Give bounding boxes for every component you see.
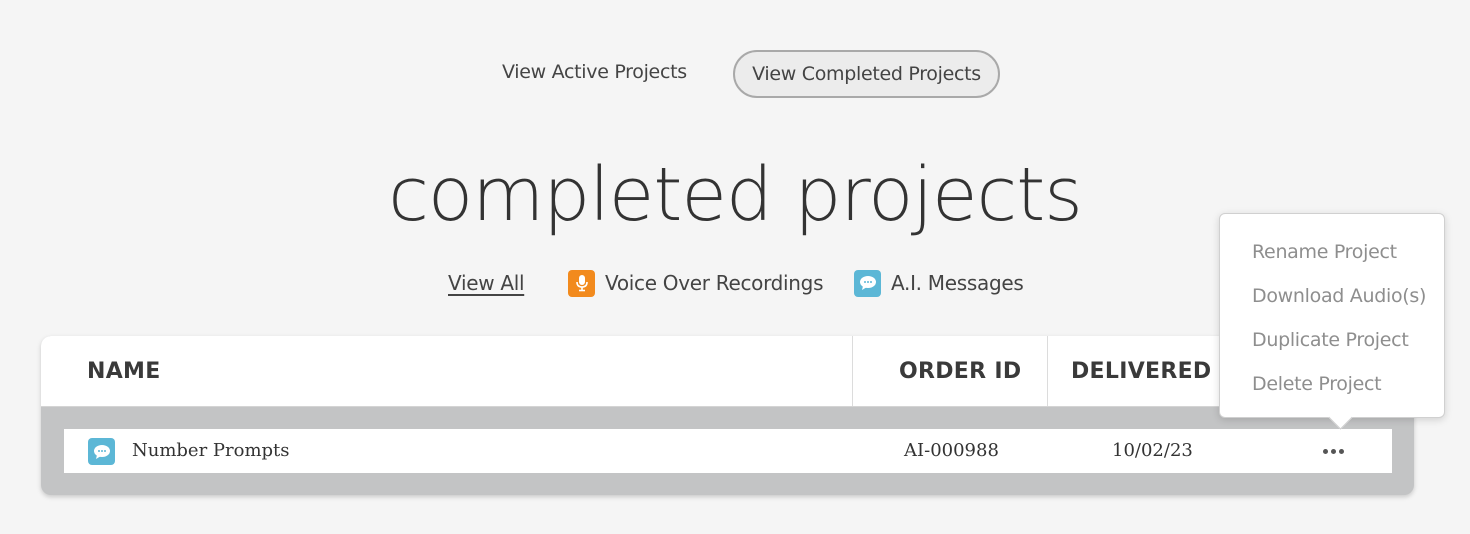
more-dots-icon[interactable] (1319, 437, 1347, 465)
view-active-projects-tab[interactable]: View Active Projects (502, 50, 687, 94)
project-name[interactable]: Number Prompts (132, 429, 290, 473)
view-all-filter[interactable]: View All (448, 264, 525, 302)
microphone-icon (568, 269, 595, 297)
download-audio-menu-item[interactable]: Download Audio(s) (1252, 278, 1426, 314)
project-actions-menu: Rename Project Download Audio(s) Duplica… (1219, 213, 1445, 418)
delete-project-menu-item[interactable]: Delete Project (1252, 366, 1382, 402)
table-row[interactable]: Number Prompts AI-000988 10/02/23 (64, 429, 1392, 473)
chat-bubble-icon (854, 269, 881, 297)
voice-over-label: Voice Over Recordings (605, 271, 824, 295)
ai-messages-label: A.I. Messages (891, 271, 1024, 295)
voice-over-filter[interactable]: Voice Over Recordings (568, 264, 824, 302)
duplicate-project-menu-item[interactable]: Duplicate Project (1252, 322, 1409, 358)
order-id: AI-000988 (904, 440, 999, 461)
project-view-tabs: View Active Projects View Completed Proj… (0, 50, 1470, 98)
rename-project-menu-item[interactable]: Rename Project (1252, 234, 1397, 270)
table-header: NAME ORDER ID DELIVERED ON (41, 336, 1414, 407)
projects-table: NAME ORDER ID DELIVERED ON Number Prompt… (41, 336, 1414, 495)
ai-messages-filter[interactable]: A.I. Messages (854, 264, 1024, 302)
view-all-label: View All (448, 271, 525, 295)
chat-bubble-icon (88, 438, 115, 465)
view-completed-projects-tab[interactable]: View Completed Projects (733, 50, 1000, 98)
delivered-date: 10/02/23 (1112, 440, 1193, 461)
column-header-name[interactable]: NAME (87, 336, 161, 406)
